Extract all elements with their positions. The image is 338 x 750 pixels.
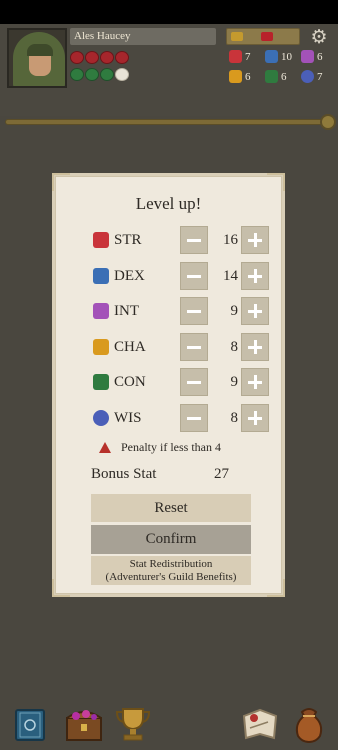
reset-button[interactable]: Reset — [91, 494, 251, 522]
int-icon — [301, 50, 314, 63]
int-increase-button[interactable] — [241, 297, 269, 325]
stat-label: STR — [114, 232, 142, 248]
heart-icon — [85, 51, 99, 64]
experience-bar — [5, 114, 336, 130]
stat-label: INT — [114, 303, 139, 319]
stat-row-str: STR 16 — [55, 226, 288, 254]
stat-row-int: INT 9 — [55, 297, 288, 325]
stat-redistribution-button[interactable]: Stat Redistribution (Adventurer's Guild … — [91, 556, 251, 585]
stat-label: CON — [114, 374, 146, 390]
con-decrease-button[interactable] — [180, 368, 208, 396]
cha-icon — [93, 339, 109, 355]
level-up-dialog: Level up! STR 16 DEX 14 INT 9 CHA 8 CON … — [52, 173, 285, 597]
hud-stat-dex: 10 — [265, 50, 292, 63]
redistribution-subtitle: (Adventurer's Guild Benefits) — [105, 571, 237, 583]
dex-decrease-button[interactable] — [180, 262, 208, 290]
stat-row-cha: CHA 8 — [55, 333, 288, 361]
player-hud: Ales Haucey ⚙ 7 10 6 6 6 7 — [0, 24, 338, 130]
int-icon — [93, 303, 109, 319]
redistribution-title: Stat Redistribution — [129, 558, 213, 570]
dex-icon — [93, 268, 109, 284]
treasure-chest-icon[interactable] — [64, 704, 106, 744]
heart-icon — [100, 51, 114, 64]
gear-icon[interactable]: ⚙ — [309, 27, 329, 47]
wis-icon — [93, 410, 109, 426]
stat-value: 8 — [230, 339, 239, 355]
player-name: Ales Haucey — [70, 28, 216, 45]
stat-value: 9 — [230, 303, 239, 319]
hud-stat-cha: 6 — [229, 70, 251, 83]
confirm-button[interactable]: Confirm — [91, 525, 251, 554]
stat-row-wis: WIS 8 — [55, 404, 288, 432]
dex-icon — [265, 50, 278, 63]
stamina-icon — [85, 68, 99, 81]
bottom-toolbar — [0, 700, 338, 750]
status-bar — [0, 0, 338, 24]
spellbook-icon[interactable] — [12, 704, 50, 744]
health-hearts — [70, 51, 129, 64]
heart-icon — [115, 51, 129, 64]
con-increase-button[interactable] — [241, 368, 269, 396]
str-icon — [229, 50, 242, 63]
buff-bar — [226, 28, 300, 45]
bonus-stat-label: Bonus Stat — [91, 466, 157, 482]
warning-icon — [99, 442, 111, 453]
int-decrease-button[interactable] — [180, 297, 208, 325]
wis-increase-button[interactable] — [241, 404, 269, 432]
stat-value: 8 — [230, 410, 239, 426]
stat-label: CHA — [114, 339, 146, 355]
stat-label: WIS — [114, 410, 142, 426]
stat-row-con: CON 9 — [55, 368, 288, 396]
stamina-orbs — [70, 68, 129, 81]
hud-stat-int: 6 — [301, 50, 323, 63]
cha-decrease-button[interactable] — [180, 333, 208, 361]
stamina-icon — [100, 68, 114, 81]
stat-value: 16 — [223, 232, 238, 248]
stat-value: 9 — [230, 374, 239, 390]
hud-stat-wis: 7 — [301, 70, 323, 83]
xp-end-icon — [320, 114, 336, 130]
str-increase-button[interactable] — [241, 226, 269, 254]
map-scroll-icon[interactable] — [238, 704, 282, 744]
inventory-bag-icon[interactable] — [290, 704, 328, 744]
player-portrait[interactable] — [7, 28, 67, 88]
stat-row-dex: DEX 14 — [55, 262, 288, 290]
cha-icon — [229, 70, 242, 83]
hud-stat-con: 6 — [265, 70, 287, 83]
wis-icon — [301, 70, 314, 83]
stamina-empty-icon — [115, 68, 129, 81]
str-icon — [93, 232, 109, 248]
stat-value: 14 — [223, 268, 238, 284]
trophy-icon[interactable] — [114, 704, 152, 744]
stat-label: DEX — [114, 268, 145, 284]
heart-icon — [70, 51, 84, 64]
dialog-title: Level up! — [135, 194, 202, 213]
con-icon — [93, 374, 109, 390]
stamina-icon — [70, 68, 84, 81]
wis-decrease-button[interactable] — [180, 404, 208, 432]
hud-stat-str: 7 — [229, 50, 251, 63]
dex-increase-button[interactable] — [241, 262, 269, 290]
penalty-note: Penalty if less than 4 — [99, 440, 221, 455]
str-decrease-button[interactable] — [180, 226, 208, 254]
cha-increase-button[interactable] — [241, 333, 269, 361]
bonus-stat-value: 27 — [214, 466, 229, 482]
con-icon — [265, 70, 278, 83]
penalty-text: Penalty if less than 4 — [121, 440, 221, 454]
